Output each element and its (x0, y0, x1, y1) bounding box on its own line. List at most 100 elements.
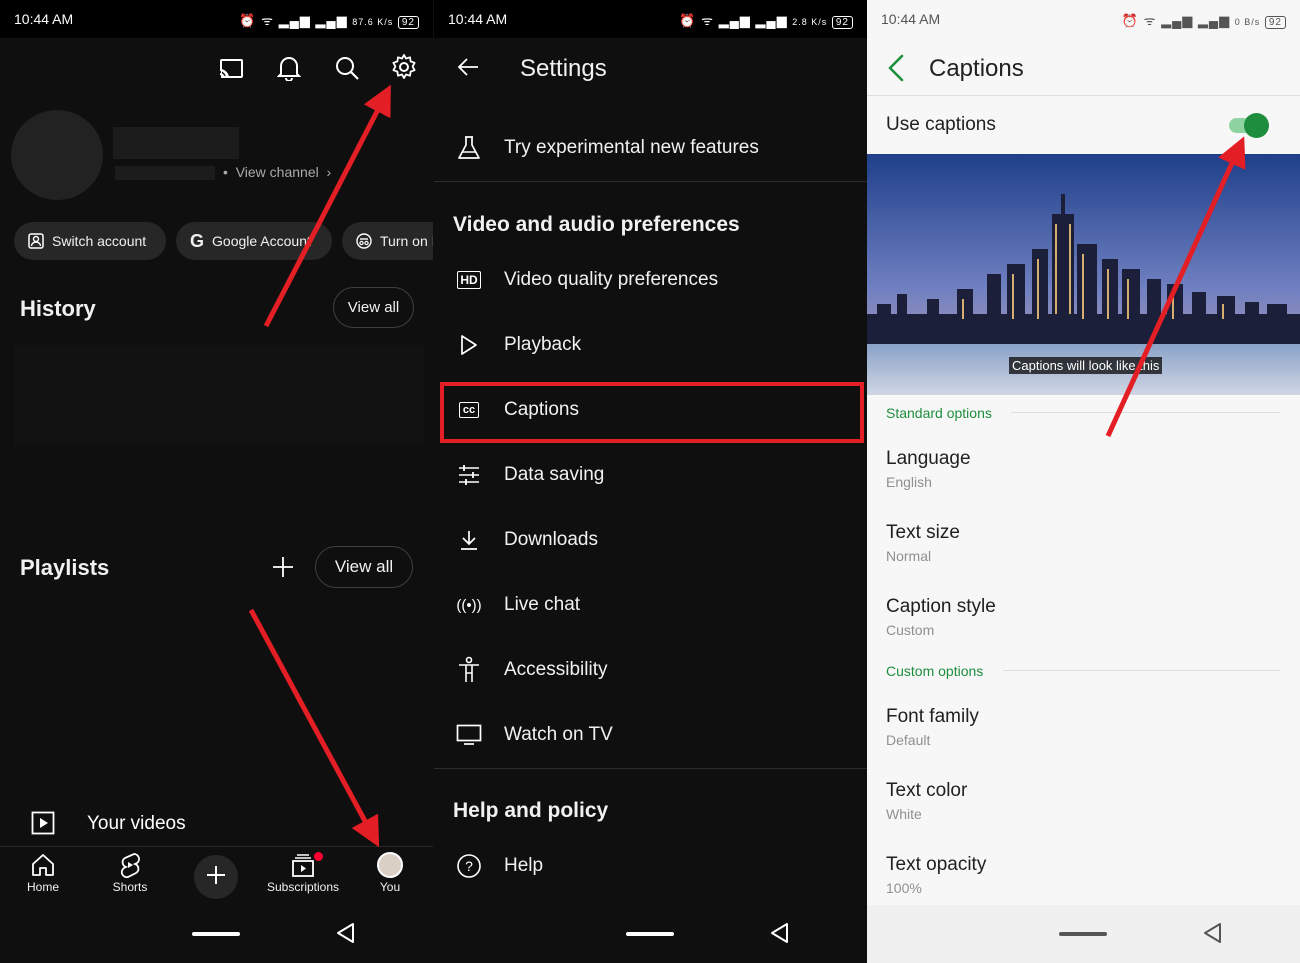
flask-icon (434, 135, 504, 161)
video-quality-label: Video quality preferences (504, 269, 719, 290)
live-chat-label: Live chat (504, 594, 581, 615)
google-account-label: Google Account (212, 233, 311, 249)
broadcast-icon: ((•)) (456, 596, 482, 614)
cast-icon[interactable] (216, 54, 246, 84)
history-thumbnails-blurred (14, 345, 424, 445)
text-opacity-option[interactable]: Text opacity 100% (886, 854, 986, 896)
history-title: History (20, 296, 96, 321)
notifications-bell-icon[interactable] (274, 52, 304, 84)
downloads-row[interactable]: Downloads (434, 510, 867, 570)
switch-account-label: Switch account (52, 233, 147, 249)
tv-icon (434, 724, 504, 746)
status-time: 10:44 AM (14, 11, 74, 27)
playlists-view-all-button[interactable]: View all (315, 546, 413, 588)
text-size-label: Text size (886, 522, 960, 543)
history-view-all-button[interactable]: View all (333, 287, 414, 328)
switch-account-icon (28, 233, 44, 249)
settings-gear-icon[interactable] (389, 52, 419, 82)
caption-preview-text: Captions will look like this (1009, 357, 1163, 374)
try-experimental-row[interactable]: Try experimental new features (434, 118, 867, 178)
home-gesture-bar[interactable] (626, 932, 674, 936)
help-policy-header: Help and policy (453, 799, 609, 822)
nav-home[interactable]: Home (3, 850, 83, 894)
watch-on-tv-row[interactable]: Watch on TV (434, 705, 867, 765)
nav-subscriptions[interactable]: Subscriptions (263, 850, 343, 894)
nav-you[interactable]: You (350, 850, 430, 894)
view-channel-label: View channel (235, 164, 319, 180)
section-line (1003, 670, 1280, 671)
settings-screen: 10:44 AM ⏰ ᯤ ▂▄▆ ▂▄▆ 2.8 K/s 92 Settings… (434, 0, 867, 963)
playback-row[interactable]: Playback (434, 315, 867, 375)
nav-you-label: You (379, 880, 401, 894)
back-triangle-icon[interactable] (769, 922, 791, 949)
avatar[interactable] (11, 110, 103, 200)
language-value: English (886, 474, 932, 490)
status-icons: ⏰ ᯤ ▂▄▆ ▂▄▆ 0 B/s 92 (1122, 11, 1286, 29)
back-triangle-icon[interactable] (335, 922, 357, 949)
live-chat-row[interactable]: ((•)) Live chat (434, 575, 867, 635)
battery-level: 92 (831, 16, 853, 29)
help-question-icon: ? (434, 853, 504, 879)
text-size-option[interactable]: Text size Normal (886, 522, 960, 564)
language-option[interactable]: Language English (886, 448, 971, 490)
accessibility-row[interactable]: Accessibility (434, 640, 867, 700)
battery-level: 92 (397, 16, 419, 29)
network-speed: 0 B/s (1234, 17, 1261, 27)
font-family-option[interactable]: Font family Default (886, 706, 979, 748)
download-arrow-icon (434, 529, 504, 551)
text-color-option[interactable]: Text color White (886, 780, 967, 822)
search-icon[interactable] (332, 53, 362, 83)
subscriptions-icon (263, 850, 343, 880)
text-opacity-label: Text opacity (886, 854, 987, 875)
google-g-icon: G (190, 230, 205, 251)
hd-icon: HD (434, 271, 504, 289)
video-quality-row[interactable]: HD Video quality preferences (434, 250, 867, 310)
custom-options-header: Custom options (886, 663, 984, 679)
text-color-value: White (886, 806, 922, 822)
captions-screen: 10:44 AM ⏰ ᯤ ▂▄▆ ▂▄▆ 0 B/s 92 Captions U… (867, 0, 1300, 963)
captions-title: Captions (929, 55, 1024, 82)
create-plus-button[interactable] (194, 855, 238, 899)
channel-handle-redacted (115, 166, 215, 180)
playlists-title: Playlists (20, 555, 110, 580)
data-saving-row[interactable]: Data saving (434, 445, 867, 505)
font-family-label: Font family (886, 706, 979, 727)
play-triangle-icon (434, 334, 504, 356)
bottom-nav-divider (0, 846, 433, 847)
accessibility-label: Accessibility (504, 659, 608, 680)
back-arrow-icon[interactable] (456, 56, 480, 83)
use-captions-toggle[interactable] (1229, 113, 1269, 138)
text-opacity-value: 100% (886, 880, 922, 896)
caption-style-option[interactable]: Caption style Custom (886, 596, 996, 638)
try-experimental-label: Try experimental new features (504, 137, 759, 158)
hd-badge-text: HD (457, 271, 481, 289)
view-channel-link[interactable]: • View channel › (223, 164, 331, 180)
sliders-icon (434, 464, 504, 486)
video-audio-header: Video and audio preferences (453, 213, 740, 236)
back-chevron-icon[interactable] (887, 54, 905, 87)
section-divider (434, 181, 867, 182)
status-bar: 10:44 AM ⏰ ᯤ ▂▄▆ ▂▄▆ 87.6 K/s 92 (0, 0, 433, 38)
status-bar: 10:44 AM ⏰ ᯤ ▂▄▆ ▂▄▆ 2.8 K/s 92 (434, 0, 867, 38)
section-line (1011, 412, 1280, 413)
status-icons: ⏰ ᯤ ▂▄▆ ▂▄▆ 87.6 K/s 92 (239, 11, 419, 29)
incognito-chip[interactable]: Turn on I (342, 222, 433, 260)
home-gesture-bar[interactable] (1059, 932, 1107, 936)
nav-shorts[interactable]: Shorts (90, 850, 170, 894)
add-playlist-plus-icon[interactable] (268, 552, 298, 582)
font-family-value: Default (886, 732, 931, 748)
accessibility-person-icon (434, 656, 504, 684)
standard-options-header: Standard options (886, 405, 992, 421)
incognito-label: Turn on I (380, 233, 433, 249)
header-divider (867, 95, 1300, 96)
google-account-chip[interactable]: G Google Account (176, 222, 332, 260)
battery-level: 92 (1264, 16, 1286, 29)
help-row[interactable]: ? Help (434, 836, 867, 896)
text-color-label: Text color (886, 780, 968, 801)
captions-highlight-box (440, 382, 864, 443)
switch-account-chip[interactable]: Switch account (14, 222, 166, 260)
back-triangle-icon[interactable] (1202, 922, 1224, 949)
use-captions-label: Use captions (886, 114, 996, 135)
text-size-value: Normal (886, 548, 932, 564)
home-gesture-bar[interactable] (192, 932, 240, 936)
